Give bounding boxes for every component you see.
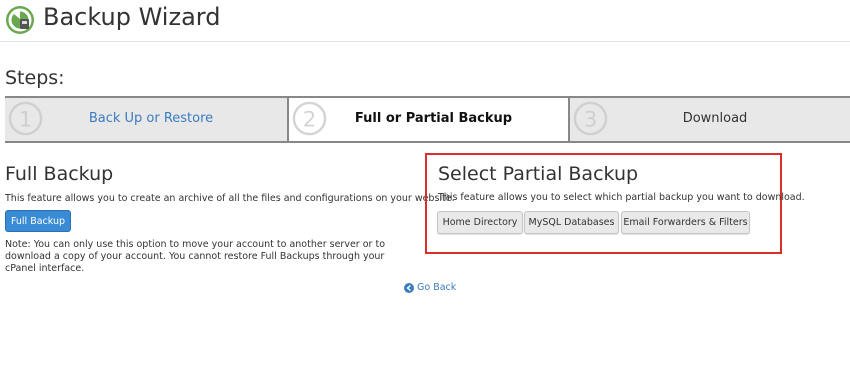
wizard-steps: 1 Back Up or Restore 2 Full or Partial B… — [5, 96, 850, 143]
backup-wizard-logo-icon — [6, 6, 34, 34]
step-back-up-or-restore[interactable]: 1 Back Up or Restore — [5, 98, 287, 141]
page-title: Backup Wizard — [43, 3, 221, 31]
steps-title: Steps: — [5, 67, 65, 89]
step-full-or-partial-backup: 2 Full or Partial Backup — [287, 98, 570, 141]
full-backup-heading: Full Backup — [5, 163, 114, 185]
home-directory-button[interactable]: Home Directory — [437, 211, 523, 234]
full-backup-button[interactable]: Full Backup — [5, 210, 71, 232]
step-download: 3 Download — [570, 98, 850, 141]
step-label: Full or Partial Backup — [354, 111, 513, 126]
partial-backup-heading: Select Partial Backup — [438, 163, 639, 185]
step-label[interactable]: Back Up or Restore — [5, 111, 287, 126]
full-backup-note: Note: You can only use this option to mo… — [5, 239, 386, 274]
page-header: Backup Wizard — [0, 0, 850, 42]
full-backup-description: This feature allows you to create an arc… — [5, 193, 455, 204]
mysql-databases-button[interactable]: MySQL Databases — [524, 211, 619, 234]
step-label: Download — [682, 111, 748, 126]
partial-backup-description: This feature allows you to select which … — [438, 192, 805, 203]
go-back-link[interactable]: Go Back — [404, 282, 456, 293]
partial-backup-section: Select Partial Backup This feature allow… — [425, 153, 805, 254]
go-back-label[interactable]: Go Back — [417, 282, 456, 293]
circle-arrow-left-icon — [404, 282, 414, 293]
email-forwarders-filters-button[interactable]: Email Forwarders & Filters — [621, 211, 750, 234]
